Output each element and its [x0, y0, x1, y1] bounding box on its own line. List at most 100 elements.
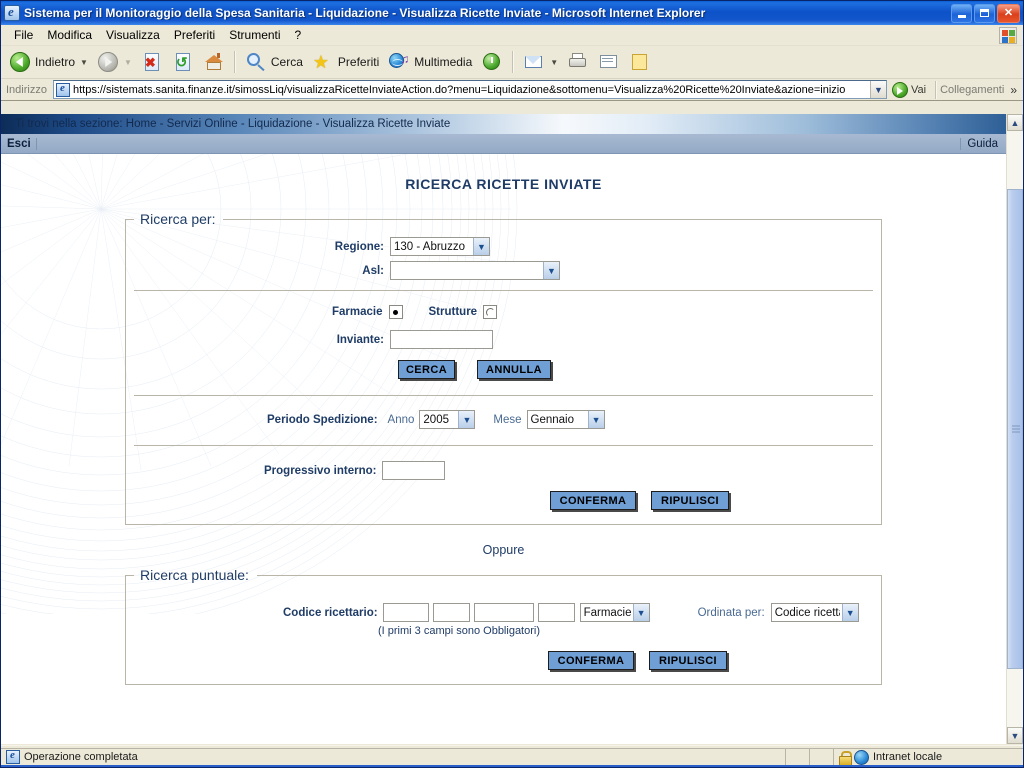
mail-icon: [523, 51, 545, 73]
address-dropdown-button[interactable]: ▼: [870, 81, 887, 98]
minimize-button[interactable]: [951, 3, 972, 23]
breadcrumb: Ti trovi nella sezione: Home - Servizi O…: [15, 118, 451, 130]
chevron-down-icon-regione[interactable]: ▼: [473, 238, 489, 255]
help-link[interactable]: Guida: [960, 137, 1004, 150]
menu-item-file[interactable]: File: [7, 26, 40, 44]
edit-icon: [598, 51, 620, 73]
vertical-scrollbar[interactable]: ▲ ▼: [1006, 114, 1023, 744]
asl-select[interactable]: ▼: [390, 261, 560, 280]
periodo-label: Periodo Spedizione:: [267, 413, 378, 426]
media-button[interactable]: ♫ Multimedia: [384, 49, 476, 75]
codice-field-3[interactable]: [473, 603, 534, 622]
codice-hint: (I primi 3 campi sono Obbligatori): [378, 625, 541, 637]
chevron-down-icon-forward[interactable]: ▼: [124, 58, 132, 67]
chevron-down-icon[interactable]: ▼: [80, 58, 88, 67]
window-controls: ✕: [951, 3, 1020, 23]
menu-item-preferiti[interactable]: Preferiti: [167, 26, 222, 44]
codice-field-2[interactable]: [432, 603, 470, 622]
lock-icon: [839, 750, 852, 766]
radio-ring: [485, 307, 495, 317]
conferma-button-1[interactable]: CONFERMA: [550, 491, 636, 510]
regione-value: 130 - Abruzzo: [394, 240, 465, 253]
ordinata-select[interactable]: Codice ricetta ▼: [770, 603, 859, 622]
back-label: Indietro: [35, 55, 76, 69]
ripulisci-button-1[interactable]: RIPULISCI: [651, 491, 729, 510]
chevron-down-icon-ordinata[interactable]: ▼: [841, 604, 858, 621]
mese-label: Mese: [493, 413, 522, 426]
farmacie-radio[interactable]: [388, 305, 403, 319]
scroll-up-button[interactable]: ▲: [1007, 114, 1023, 131]
progressivo-input[interactable]: [382, 461, 446, 480]
windows-logo-icon: [999, 27, 1017, 44]
annulla-button[interactable]: ANNULLA: [477, 360, 551, 379]
exit-link[interactable]: Esci: [3, 137, 37, 150]
globe-icon: [854, 749, 869, 765]
inviante-input[interactable]: [390, 330, 493, 349]
edit-button[interactable]: [594, 49, 624, 75]
chevron-down-icon-anno[interactable]: ▼: [458, 411, 475, 428]
go-button[interactable]: Vai: [890, 81, 932, 98]
progressivo-row: Progressivo interno:: [126, 461, 881, 480]
strutture-radio[interactable]: [483, 305, 498, 319]
chevron-up-icon-scroll: ▲: [1010, 117, 1020, 128]
chevron-down-icon-mail[interactable]: ▼: [550, 58, 558, 67]
menu-item-help[interactable]: ?: [288, 26, 309, 44]
status-pane-spacer-1: [785, 747, 809, 766]
tipo-select[interactable]: Farmacie ▼: [579, 603, 650, 622]
regione-select[interactable]: 130 - Abruzzo ▼: [390, 237, 490, 256]
chevron-down-icon-asl[interactable]: ▼: [543, 262, 559, 279]
scroll-down-button[interactable]: ▼: [1007, 727, 1023, 744]
cerca-button[interactable]: CERCA: [398, 360, 455, 379]
forward-button[interactable]: ▼: [93, 49, 136, 75]
scrollbar-thumb[interactable]: [1007, 189, 1023, 669]
codice-field-1[interactable]: [382, 603, 429, 622]
page-viewport: Ti trovi nella sezione: Home - Servizi O…: [1, 114, 1023, 744]
favorites-button[interactable]: ★ Preferiti: [308, 49, 383, 75]
divider-3: [134, 445, 873, 446]
page-content: Ti trovi nella sezione: Home - Servizi O…: [1, 114, 1006, 744]
menu-item-strumenti[interactable]: Strumenti: [222, 26, 287, 44]
discuss-button[interactable]: [625, 49, 655, 75]
notes-icon: [629, 51, 651, 73]
chevron-down-icon-tipo[interactable]: ▼: [632, 604, 649, 621]
progressivo-label: Progressivo interno:: [264, 464, 377, 477]
regione-label: Regione:: [334, 240, 384, 253]
stop-button[interactable]: ✖: [137, 49, 167, 75]
window-bottom-edge: [1, 765, 1023, 767]
address-url[interactable]: https://sistemats.sanita.finanze.it/simo…: [73, 84, 867, 96]
history-button[interactable]: [477, 49, 507, 75]
conferma-button-2[interactable]: CONFERMA: [548, 651, 634, 670]
star-icon: ★: [312, 52, 330, 72]
or-separator: Oppure: [482, 543, 525, 557]
refresh-icon: ↺: [172, 51, 194, 73]
menu-item-visualizza[interactable]: Visualizza: [99, 26, 167, 44]
chevron-down-icon-scroll: ▼: [1010, 730, 1020, 741]
close-button[interactable]: ✕: [997, 3, 1020, 23]
back-button[interactable]: Indietro ▼: [5, 49, 92, 75]
anno-select[interactable]: 2005 ▼: [419, 410, 476, 429]
page-icon: [55, 82, 70, 97]
print-button[interactable]: [563, 49, 593, 75]
codice-field-4[interactable]: [537, 603, 575, 622]
address-input[interactable]: https://sistemats.sanita.finanze.it/simo…: [52, 80, 888, 99]
ripulisci-button-2[interactable]: RIPULISCI: [649, 651, 727, 670]
security-zone-pane[interactable]: Intranet locale: [833, 747, 1023, 766]
go-label: Vai: [911, 83, 927, 96]
scrollbar-grip: [1012, 425, 1020, 433]
search-button[interactable]: Cerca: [241, 49, 307, 75]
search-actions: CERCA ANNULLA: [126, 360, 881, 379]
go-icon: [892, 81, 909, 98]
home-button[interactable]: [199, 49, 229, 75]
magnifier-icon: [245, 51, 267, 73]
mail-button[interactable]: ▼: [519, 49, 562, 75]
codice-label: Codice ricettario:: [283, 606, 378, 619]
mese-select[interactable]: Gennaio ▼: [526, 410, 605, 429]
links-label[interactable]: Collegamenti: [940, 84, 1007, 96]
chevron-right-icon-links[interactable]: »: [1010, 83, 1021, 97]
refresh-button[interactable]: ↺: [168, 49, 198, 75]
hint-row: (I primi 3 campi sono Obbligatori): [126, 625, 881, 637]
chevron-down-icon-mese[interactable]: ▼: [587, 411, 604, 428]
menu-item-modifica[interactable]: Modifica: [40, 26, 99, 44]
restore-button[interactable]: [974, 3, 995, 23]
anno-label: Anno: [387, 413, 415, 426]
